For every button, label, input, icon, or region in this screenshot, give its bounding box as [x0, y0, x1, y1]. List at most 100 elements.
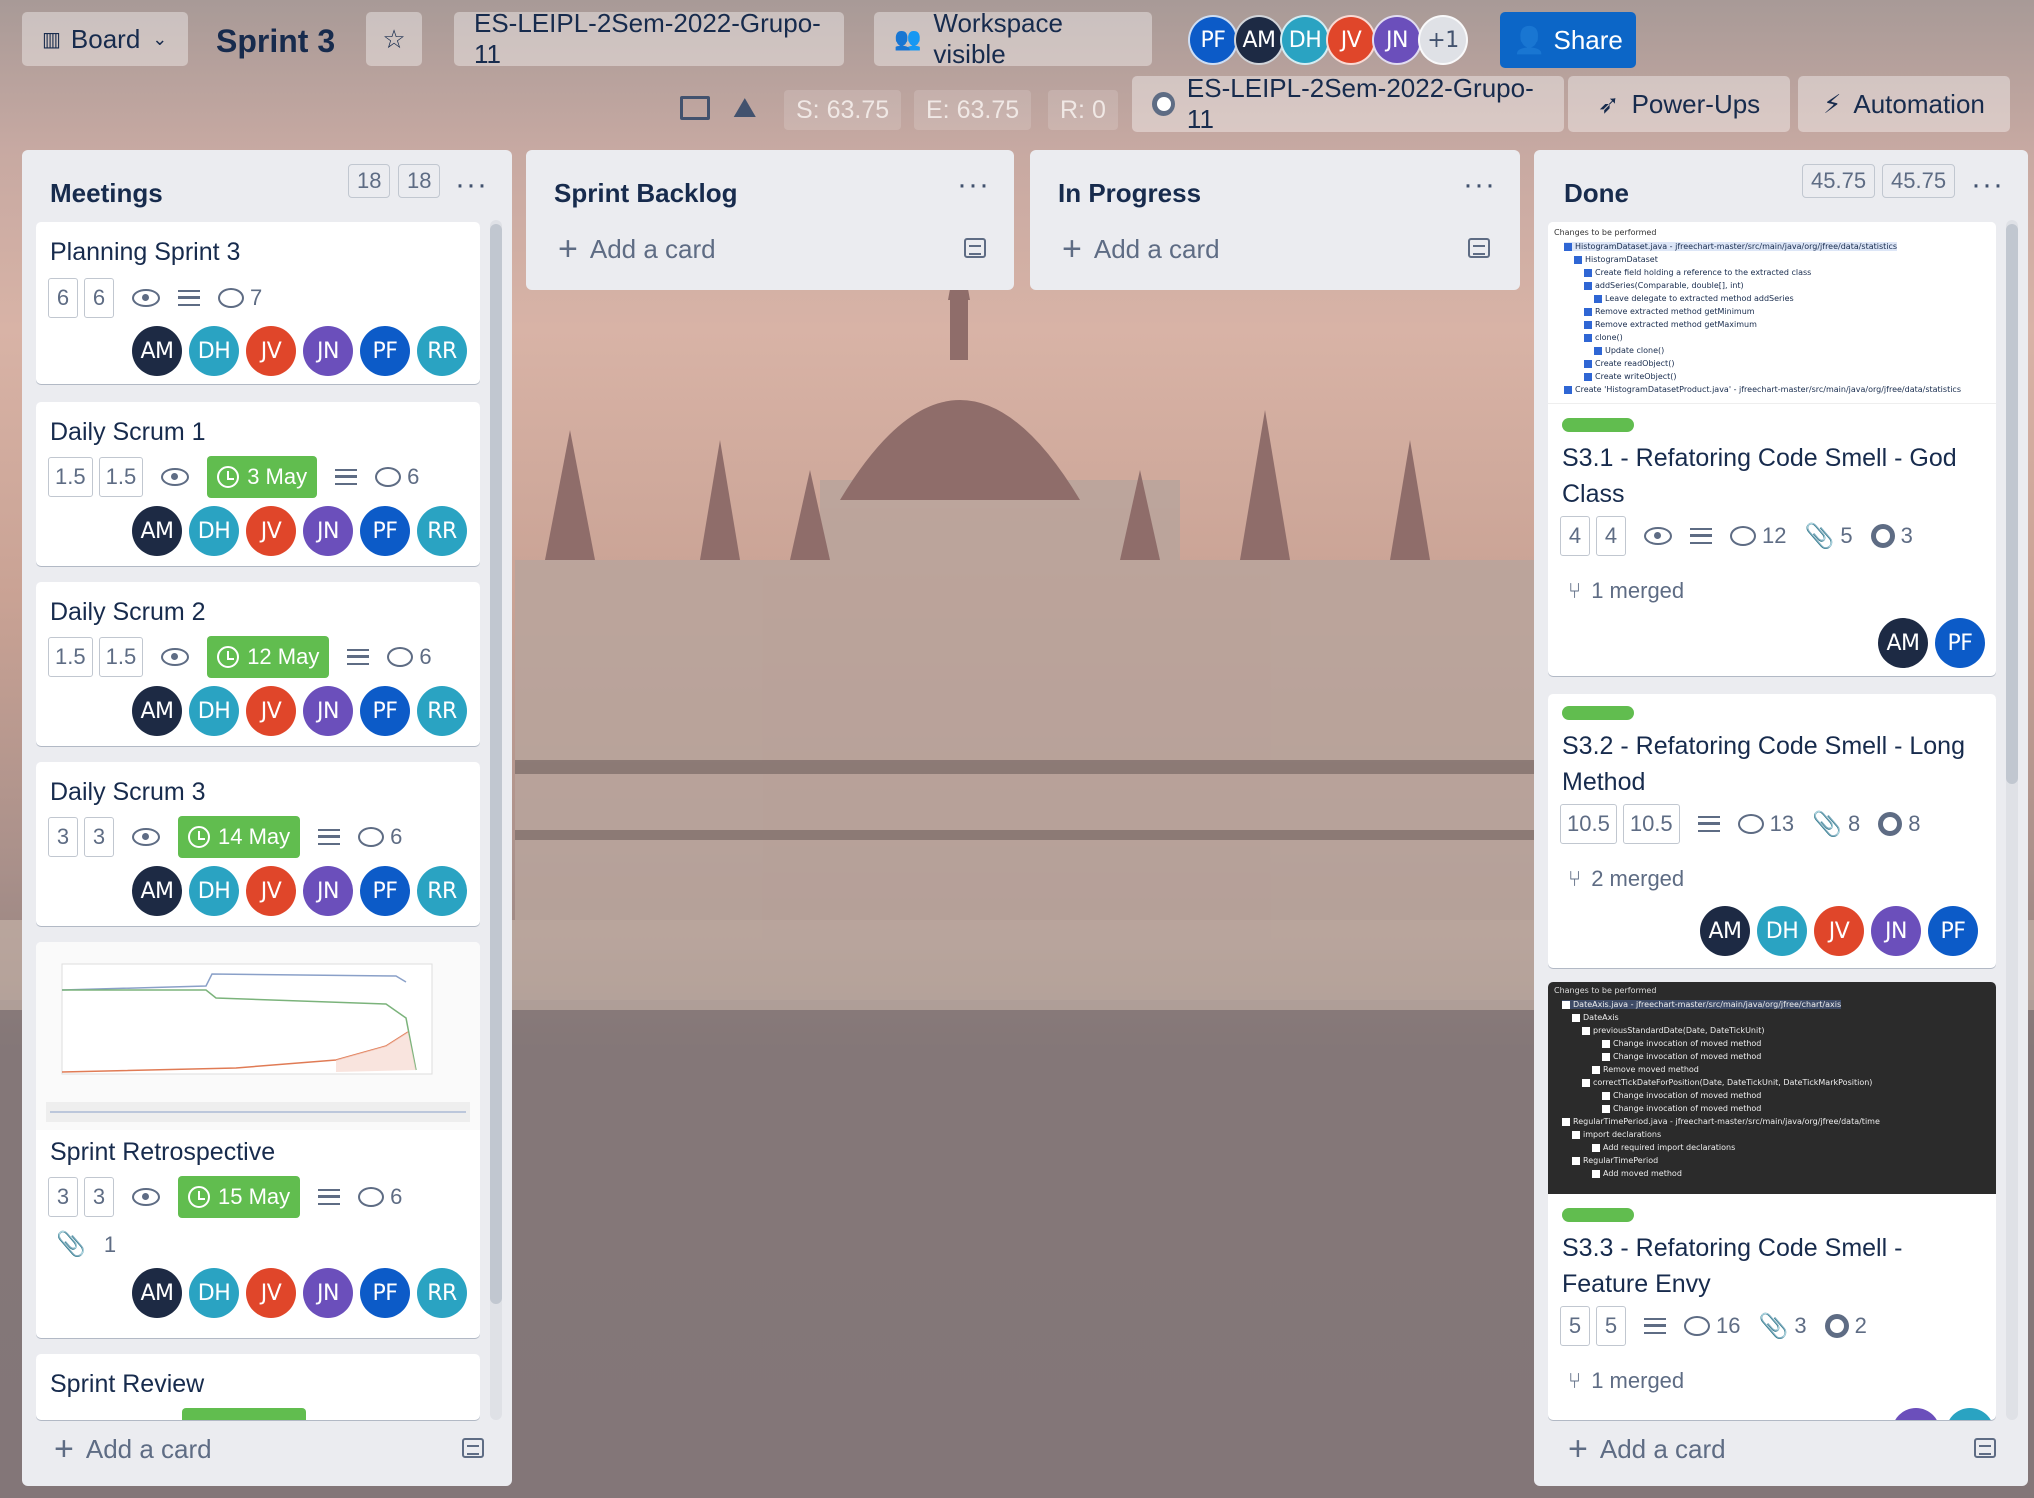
- member-avatar[interactable]: JN: [303, 506, 353, 556]
- member-avatar[interactable]: PF: [1935, 618, 1985, 668]
- member-avatar[interactable]: RR: [417, 326, 467, 376]
- list-scrollbar-thumb[interactable]: [490, 224, 502, 1304]
- green-label[interactable]: [1562, 418, 1634, 432]
- due-date-badge[interactable]: 14 May: [178, 816, 301, 858]
- card-daily-scrum-3[interactable]: Daily Scrum 3 33 14 May 6 AM DH JV JN PF…: [36, 762, 480, 926]
- member-avatar[interactable]: JN: [303, 686, 353, 736]
- member-avatar[interactable]: PF: [360, 1268, 410, 1318]
- member-avatar[interactable]: PF: [1928, 906, 1978, 956]
- member-avatar[interactable]: DH: [189, 326, 239, 376]
- due-date-badge[interactable]: 3 May: [207, 456, 318, 498]
- card-members: AM DH JV JN PF RR: [132, 866, 467, 916]
- card-size-icon[interactable]: [680, 96, 710, 120]
- card-daily-scrum-2[interactable]: Daily Scrum 2 1.5 1.5 12 May 6 AM DH JV J…: [36, 582, 480, 746]
- member-avatar[interactable]: RR: [417, 686, 467, 736]
- green-label[interactable]: [1562, 1208, 1634, 1222]
- member-avatar[interactable]: AM: [132, 326, 182, 376]
- card-planning-sprint-3[interactable]: Planning Sprint 3 66 7 AM DH JV JN PF RR: [36, 222, 480, 384]
- add-card-button[interactable]: + Add a card: [1062, 232, 1220, 266]
- description-icon: [318, 829, 341, 845]
- list-title[interactable]: In Progress: [1058, 178, 1201, 209]
- star-button[interactable]: ☆: [366, 12, 422, 66]
- member-avatar[interactable]: AM: [1878, 618, 1928, 668]
- member-avatar[interactable]: JN: [303, 866, 353, 916]
- comment-icon: [358, 827, 385, 847]
- member-avatar[interactable]: JN: [303, 326, 353, 376]
- visibility-button[interactable]: 👥 Workspace visible: [874, 8, 1152, 69]
- member-avatar[interactable]: [1892, 1408, 1940, 1420]
- member-avatar[interactable]: JN: [303, 1268, 353, 1318]
- list-title[interactable]: Meetings: [50, 178, 163, 209]
- card-s3-2[interactable]: S3.2 - Refatoring Code Smell - Long Meth…: [1548, 694, 1996, 968]
- share-button[interactable]: 👤 Share: [1500, 12, 1636, 68]
- member-avatar[interactable]: DH: [189, 1268, 239, 1318]
- member-avatar[interactable]: JN: [1372, 15, 1422, 65]
- power-ups-label: Power-Ups: [1631, 88, 1761, 119]
- card-members: AM DH JV JN PF RR: [132, 506, 467, 556]
- member-avatar[interactable]: DH: [189, 686, 239, 736]
- workspace-button[interactable]: ES-LEIPL-2Sem-2022-Grupo-11: [454, 8, 844, 69]
- member-avatar[interactable]: JN: [1871, 906, 1921, 956]
- add-card-button[interactable]: + Add a card: [1568, 1432, 1726, 1466]
- card-s3-3[interactable]: Changes to be performed DateAxis.java - …: [1548, 982, 1996, 1420]
- member-avatar[interactable]: PF: [360, 506, 410, 556]
- member-avatar[interactable]: JV: [246, 866, 296, 916]
- member-avatar[interactable]: DH: [189, 866, 239, 916]
- card-sprint-retrospective[interactable]: Sprint Retrospective 33 15 May 6 📎 1 AM D…: [36, 942, 480, 1338]
- list-title[interactable]: Sprint Backlog: [554, 178, 737, 209]
- member-avatar[interactable]: PF: [360, 866, 410, 916]
- create-from-template-icon[interactable]: [462, 1438, 484, 1458]
- card-s3-1[interactable]: Changes to be performed HistogramDataset…: [1548, 222, 1996, 676]
- member-avatar[interactable]: AM: [1700, 906, 1750, 956]
- member-avatar[interactable]: JV: [1326, 15, 1376, 65]
- comments-badge: 7: [218, 285, 262, 311]
- power-ups-button[interactable]: ➶ Power-Ups: [1568, 76, 1790, 132]
- card-sprint-review[interactable]: Sprint Review: [36, 1354, 480, 1420]
- member-avatar[interactable]: RR: [417, 506, 467, 556]
- list-menu-button[interactable]: ···: [455, 168, 488, 202]
- member-avatar[interactable]: PF: [1188, 15, 1238, 65]
- member-avatar[interactable]: JV: [1814, 906, 1864, 956]
- list-menu-button[interactable]: ···: [957, 168, 990, 202]
- add-card-button[interactable]: + Add a card: [558, 232, 716, 266]
- member-avatar[interactable]: AM: [132, 1268, 182, 1318]
- member-avatar[interactable]: AM: [1234, 15, 1284, 65]
- member-avatar[interactable]: DH: [189, 506, 239, 556]
- due-date-badge[interactable]: 15 May: [178, 1176, 301, 1218]
- create-from-template-icon[interactable]: [1974, 1438, 1996, 1458]
- github-repo-button[interactable]: ES-LEIPL-2Sem-2022-Grupo-11: [1132, 73, 1564, 134]
- due-date-badge[interactable]: 12 May: [207, 636, 330, 678]
- member-avatar[interactable]: DH: [1757, 906, 1807, 956]
- description-icon: [178, 290, 200, 306]
- member-avatar[interactable]: PF: [360, 326, 410, 376]
- create-from-template-icon[interactable]: [1468, 238, 1490, 258]
- list-menu-button[interactable]: ···: [1463, 168, 1496, 202]
- member-avatar[interactable]: JV: [246, 686, 296, 736]
- member-avatar[interactable]: JV: [246, 326, 296, 376]
- list-menu-button[interactable]: ···: [1971, 168, 2004, 202]
- member-avatar[interactable]: RR: [417, 866, 467, 916]
- member-avatar[interactable]: JV: [246, 506, 296, 556]
- board-view-label: Board: [70, 23, 141, 54]
- member-avatar[interactable]: AM: [132, 866, 182, 916]
- list-title[interactable]: Done: [1564, 178, 1629, 209]
- card-daily-scrum-1[interactable]: Daily Scrum 1 1.5 1.5 3 May 6 AM DH JV JN…: [36, 402, 480, 566]
- more-members-button[interactable]: +1: [1418, 15, 1468, 65]
- create-from-template-icon[interactable]: [964, 238, 986, 258]
- automation-button[interactable]: ⚡ Automation: [1798, 76, 2010, 132]
- member-avatar[interactable]: DH: [1280, 15, 1330, 65]
- chart-icon[interactable]: ⛰: [733, 92, 757, 125]
- board-title[interactable]: Sprint 3: [216, 20, 335, 62]
- list-scrollbar-thumb[interactable]: [2006, 224, 2018, 784]
- member-avatar[interactable]: [1946, 1408, 1994, 1420]
- estimate-badge: 33: [48, 817, 114, 857]
- member-avatar[interactable]: AM: [132, 506, 182, 556]
- add-card-button[interactable]: + Add a card: [54, 1432, 212, 1466]
- member-avatar[interactable]: PF: [360, 686, 410, 736]
- member-avatar[interactable]: AM: [132, 686, 182, 736]
- member-avatar[interactable]: JV: [246, 1268, 296, 1318]
- board-view-switcher[interactable]: ▥ Board ⌄: [22, 12, 188, 66]
- comment-icon: [387, 647, 414, 667]
- member-avatar[interactable]: RR: [417, 1268, 467, 1318]
- green-label[interactable]: [1562, 706, 1634, 720]
